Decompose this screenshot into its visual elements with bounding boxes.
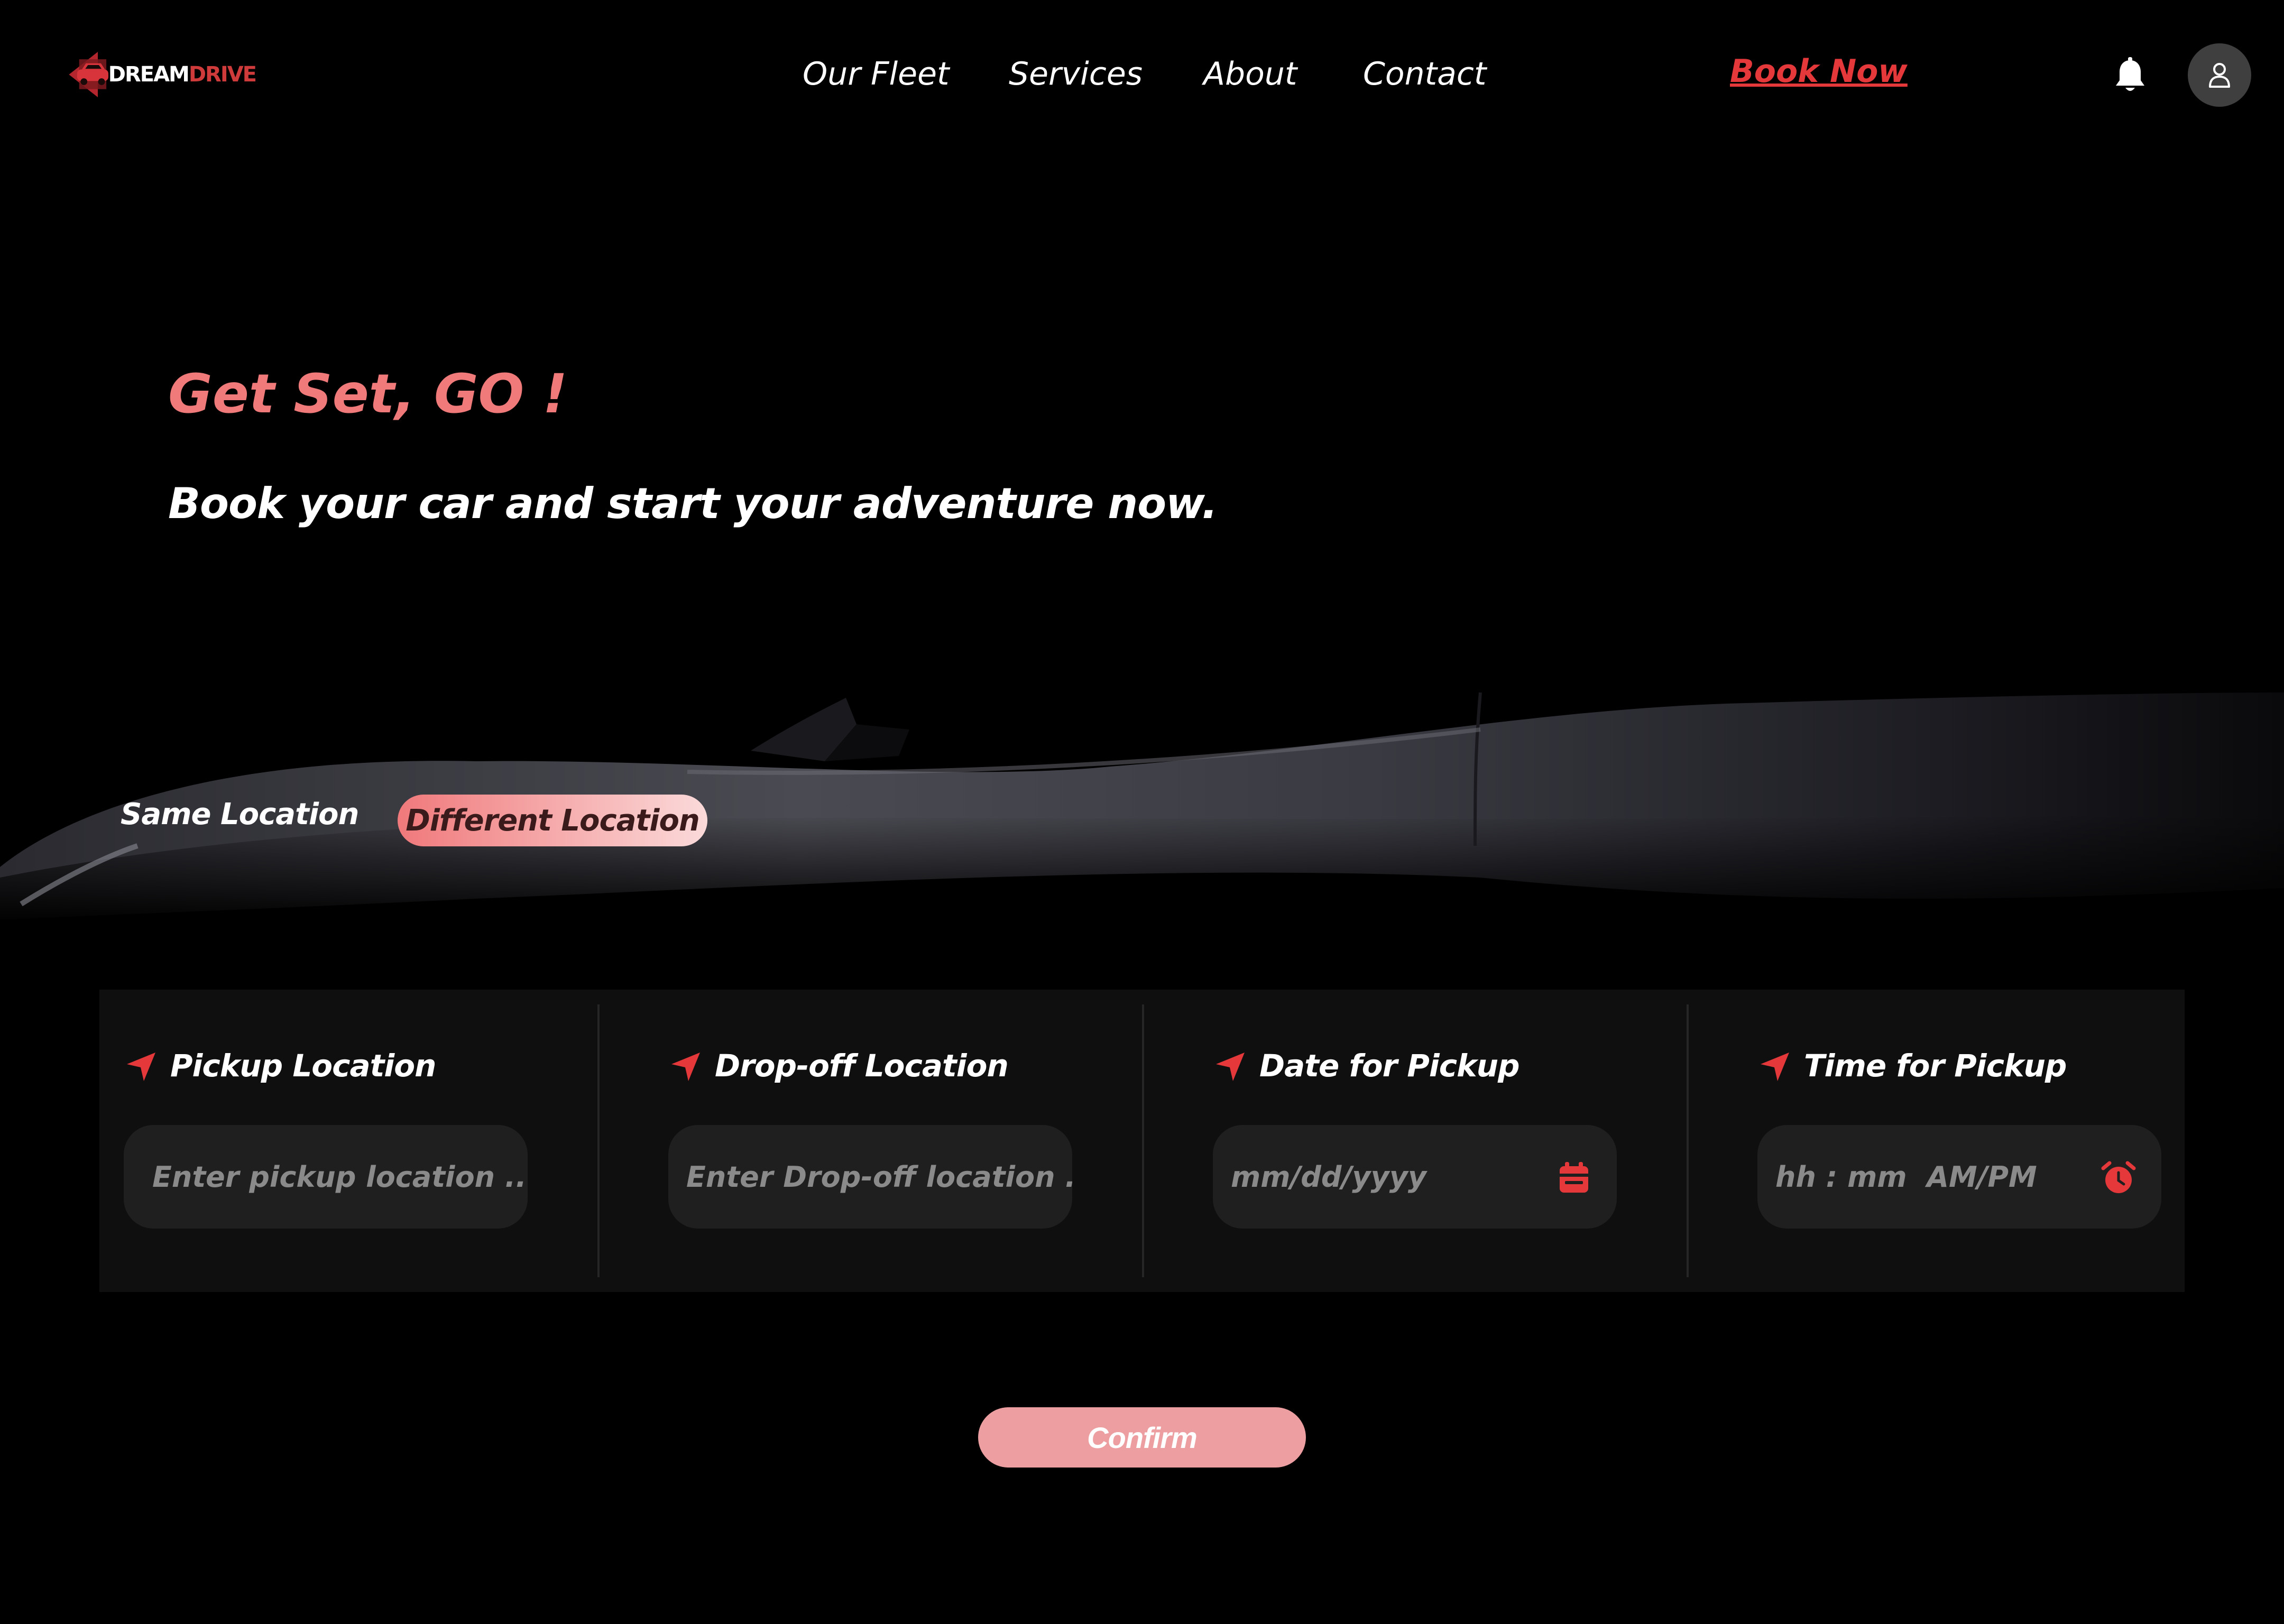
same-location-toggle[interactable]: Same Location bbox=[121, 797, 359, 832]
nav-item-contact[interactable]: Contact bbox=[1363, 56, 1486, 93]
navigation-arrow-icon bbox=[1216, 1053, 1245, 1081]
different-location-toggle[interactable]: Different Location bbox=[398, 795, 707, 846]
booking-page: DREAMDRIVE Our Fleet Services About Cont… bbox=[0, 0, 2284, 1624]
different-location-label: Different Location bbox=[406, 803, 700, 838]
hero-subtitle: Book your car and start your adventure n… bbox=[168, 479, 1218, 528]
book-now-link[interactable]: Book Now bbox=[1730, 53, 1908, 90]
booking-panel: Pickup Location Drop-off Location Date f… bbox=[99, 990, 2185, 1292]
dropoff-location-field: Drop-off Location bbox=[644, 990, 1189, 1292]
nav-item-our-fleet[interactable]: Our Fleet bbox=[803, 56, 950, 93]
navigation-arrow-icon bbox=[671, 1053, 700, 1081]
pickup-time-label: Time for Pickup bbox=[1804, 1048, 2067, 1084]
calendar-icon[interactable] bbox=[1557, 1161, 1591, 1196]
bell-icon[interactable] bbox=[2113, 57, 2148, 95]
pickup-date-label: Date for Pickup bbox=[1259, 1048, 1520, 1084]
pickup-location-field: Pickup Location bbox=[99, 990, 644, 1292]
dropoff-location-label: Drop-off Location bbox=[715, 1048, 1009, 1084]
hero-title: Get Set, GO ! bbox=[168, 363, 568, 426]
dropoff-location-input[interactable] bbox=[668, 1125, 1072, 1229]
navigation-arrow-icon bbox=[1761, 1053, 1789, 1081]
confirm-label: Confirm bbox=[1087, 1420, 1198, 1454]
pickup-location-label: Pickup Location bbox=[170, 1048, 436, 1084]
alarm-clock-icon[interactable] bbox=[2101, 1161, 2136, 1196]
pickup-location-input[interactable] bbox=[124, 1125, 528, 1229]
user-icon bbox=[2209, 63, 2230, 88]
nav-item-services[interactable]: Services bbox=[1009, 56, 1143, 93]
pickup-time-field: Time for Pickup bbox=[1733, 990, 2278, 1292]
main-nav: Our Fleet Services About Contact bbox=[0, 56, 2284, 108]
profile-avatar[interactable] bbox=[2188, 43, 2251, 107]
pickup-date-field: Date for Pickup bbox=[1189, 990, 1733, 1292]
confirm-button[interactable]: Confirm bbox=[978, 1407, 1306, 1468]
navigation-arrow-icon bbox=[127, 1053, 155, 1081]
nav-item-about[interactable]: About bbox=[1203, 56, 1297, 93]
